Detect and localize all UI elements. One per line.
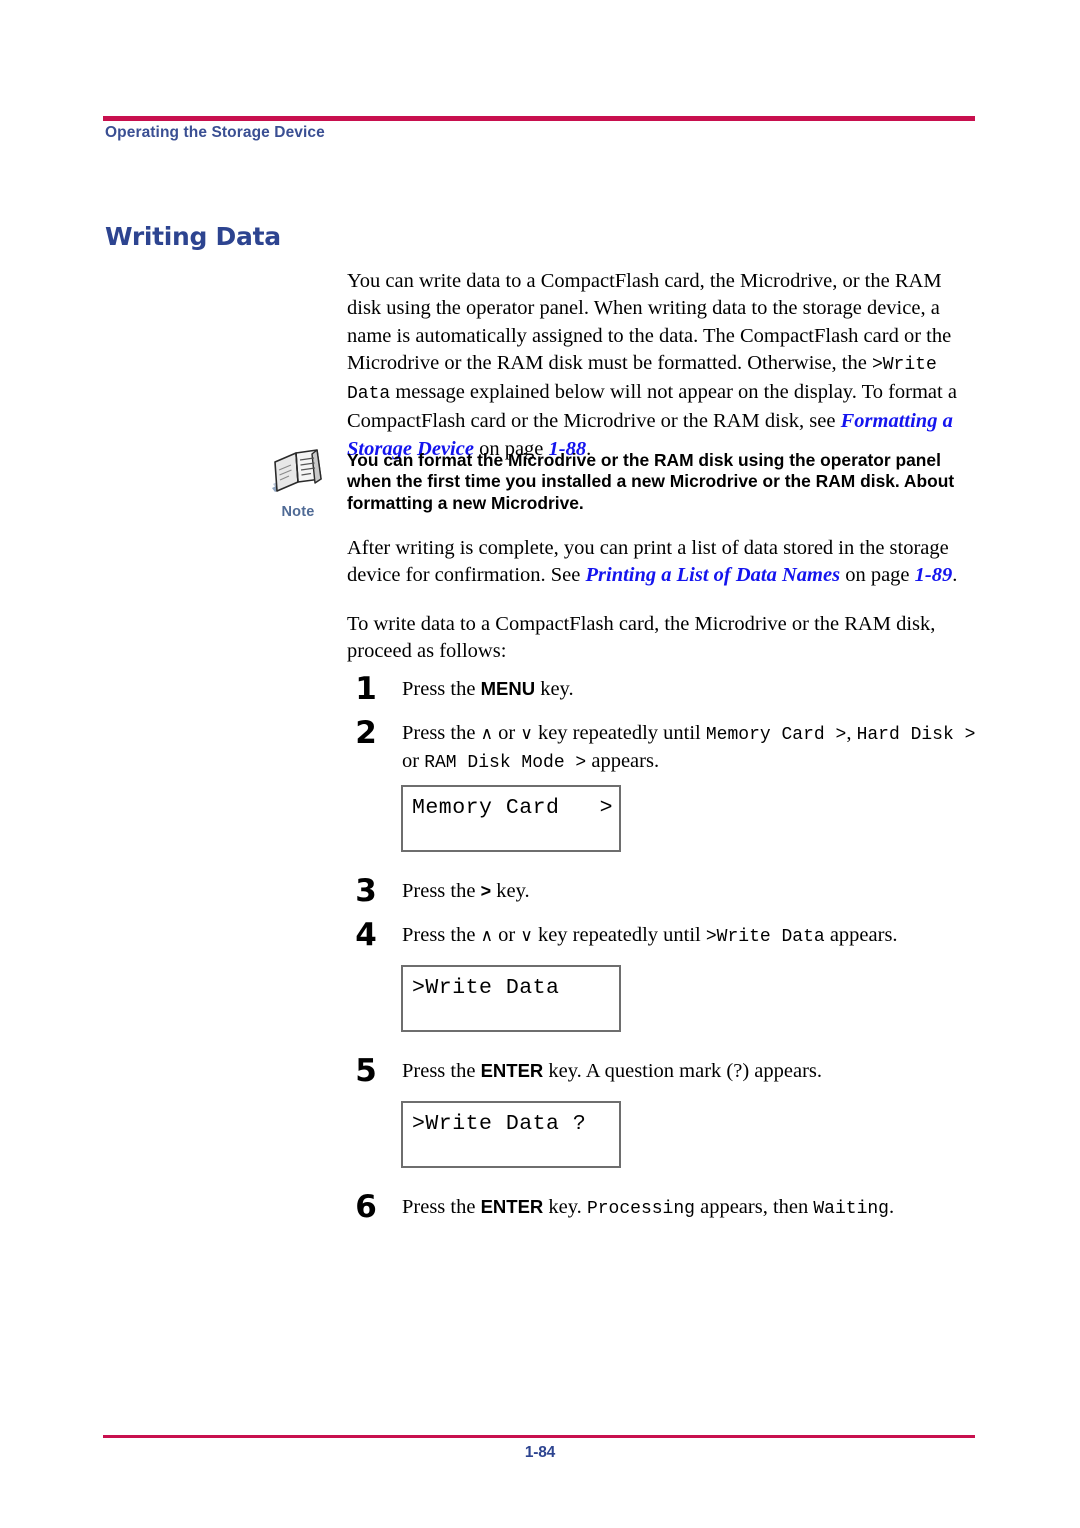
step-6-mid1: key.: [543, 1196, 587, 1218]
step-4-text: Press the ∧ or ∨ key repeatedly until >W…: [402, 922, 979, 950]
lead-in-paragraph-block: To write data to a CompactFlash card, th…: [347, 611, 979, 666]
step-2-mono-hard-disk: Hard Disk >: [856, 725, 976, 745]
step-2-mid1: or: [493, 722, 521, 744]
step-4-mid2: key repeatedly until: [532, 924, 706, 946]
step-2-mid3: ,: [846, 722, 857, 744]
step-6-prefix: Press the: [402, 1196, 481, 1218]
note-label: Note: [281, 504, 315, 520]
page-title: Writing Data: [105, 222, 281, 251]
lead-in-paragraph: To write data to a CompactFlash card, th…: [347, 613, 936, 663]
step-1-suffix: key.: [535, 678, 574, 700]
step-3-prefix: Press the: [402, 880, 481, 902]
after-note-part3: .: [952, 564, 958, 587]
note-text: You can format the Microdrive or the RAM…: [347, 450, 955, 513]
step-3-suffix: key.: [491, 880, 530, 902]
running-header-title: Operating the Storage Device: [105, 124, 325, 141]
step-2-mono-ram-disk-mode: RAM Disk Mode >: [424, 753, 587, 773]
step-1-key-menu: MENU: [480, 678, 536, 699]
lcd-panel-write-data: >Write Data: [401, 965, 621, 1032]
step-4-number: 4: [355, 917, 377, 953]
intro-paragraph: You can write data to a CompactFlash car…: [347, 268, 979, 463]
step-6-mid2: appears, then: [694, 1196, 814, 1218]
after-note-part2: on page: [840, 564, 915, 587]
intro-text-part1: You can write data to a CompactFlash car…: [347, 270, 952, 374]
chevron-up-icon: ∧: [480, 724, 494, 744]
step-4-suffix: appears.: [824, 924, 898, 946]
document-page: Operating the Storage Device Writing Dat…: [0, 0, 1080, 1528]
chevron-down-icon: ∨: [520, 724, 533, 744]
step-4-prefix: Press the: [402, 924, 481, 946]
step-3-number: 3: [355, 873, 377, 909]
step-4-mono-write-data: >Write Data: [705, 927, 825, 947]
step-6-key-enter: ENTER: [480, 1196, 544, 1217]
step-2-mid4: or: [402, 750, 425, 772]
step-2-suffix: appears.: [586, 750, 660, 772]
step-6-suffix: .: [889, 1196, 895, 1218]
step-2-mono-memory-card: Memory Card >: [705, 725, 847, 745]
step-2-number: 2: [355, 715, 377, 751]
chevron-down-icon: ∨: [520, 926, 533, 946]
note-icon-wrap: Note: [266, 448, 330, 520]
step-5-text: Press the ENTER key. A question mark (?)…: [402, 1058, 979, 1084]
step-6-mono-processing: Processing: [586, 1199, 695, 1219]
header-rule: [103, 116, 975, 121]
step-1-number: 1: [355, 671, 377, 707]
step-5-suffix: key. A question mark (?) appears.: [543, 1060, 823, 1082]
step-5-number: 5: [355, 1053, 377, 1089]
step-3-text: Press the > key.: [402, 878, 979, 904]
after-note-paragraph: After writing is complete, you can print…: [347, 535, 979, 590]
intro-paragraph-block: You can write data to a CompactFlash car…: [347, 268, 979, 463]
lcd-panel-write-data-question-line: >Write Data ?: [412, 1112, 587, 1136]
step-5-key-enter: ENTER: [480, 1060, 544, 1081]
step-6-text: Press the ENTER key. Processing appears,…: [402, 1194, 979, 1222]
step-3-key-right: >: [480, 881, 492, 901]
lcd-panel-memory-card: Memory Card >: [401, 785, 621, 852]
cross-reference-link-printing[interactable]: Printing a List of Data Names: [586, 564, 841, 586]
step-1-prefix: Press the: [402, 678, 481, 700]
step-1-text: Press the MENU key.: [402, 676, 979, 702]
step-6-number: 6: [355, 1189, 377, 1225]
after-note-paragraph-block: After writing is complete, you can print…: [347, 535, 979, 590]
lcd-panel-memory-card-line: Memory Card >: [412, 796, 614, 820]
step-6-mono-waiting: Waiting: [813, 1199, 889, 1219]
chevron-up-icon: ∧: [480, 926, 494, 946]
footer-page-number: 1-84: [524, 1444, 556, 1461]
step-5-prefix: Press the: [402, 1060, 481, 1082]
cross-reference-page-1-89[interactable]: 1-89: [915, 564, 953, 586]
step-2-text: Press the ∧ or ∨ key repeatedly until Me…: [402, 720, 979, 776]
step-4-mid1: or: [493, 924, 521, 946]
lcd-panel-write-data-question: >Write Data ?: [401, 1101, 621, 1168]
step-2-mid2: key repeatedly until: [532, 722, 706, 744]
lcd-panel-write-data-line: >Write Data: [412, 976, 560, 1000]
footer-rule: [103, 1435, 975, 1438]
note-document-icon: [272, 449, 322, 492]
step-2-prefix: Press the: [402, 722, 481, 744]
